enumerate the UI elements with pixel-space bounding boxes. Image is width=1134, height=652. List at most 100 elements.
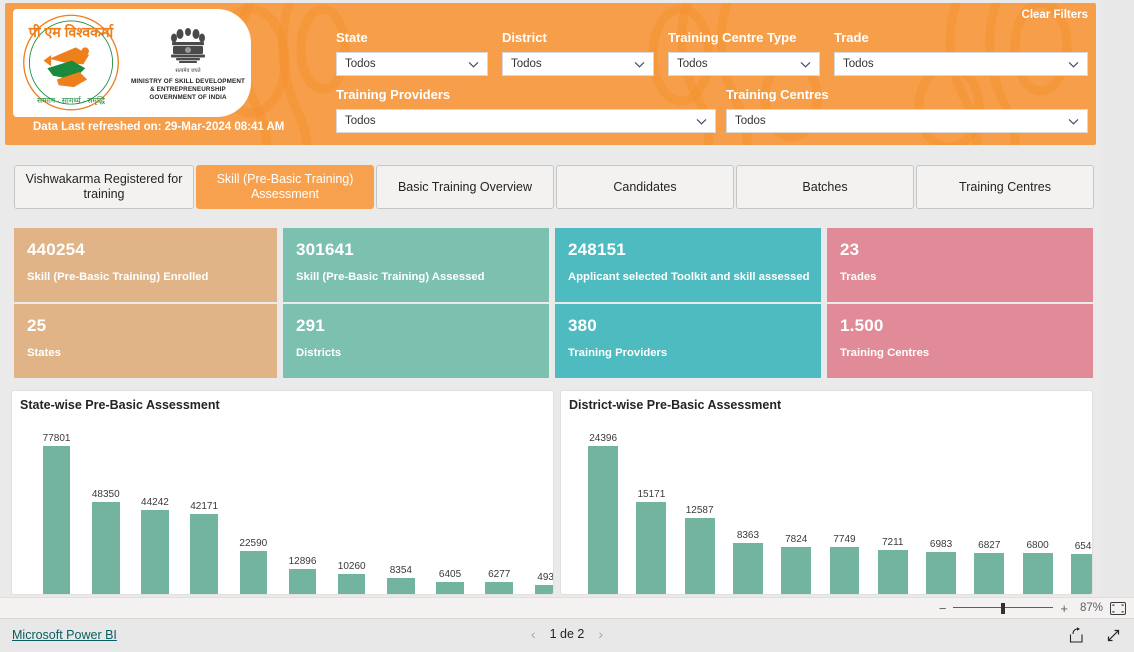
tab-batches[interactable]: Batches <box>736 165 914 209</box>
bar-item[interactable]: 22590 <box>239 535 268 594</box>
bar-rect[interactable] <box>1070 554 1092 594</box>
fullscreen-icon[interactable] <box>1105 627 1122 644</box>
chart-panel-district-wise-pre-basic-assessment[interactable]: District-wise Pre-Basic Assessment 24396… <box>560 390 1093 595</box>
bar-rect[interactable] <box>436 581 464 594</box>
kpi-card-applicant-selected-toolkit-and-skill-assessed[interactable]: 248151 Applicant selected Toolkit and sk… <box>555 228 821 302</box>
kpi-card-states[interactable]: 25 States <box>14 304 277 378</box>
chart-title: District-wise Pre-Basic Assessment <box>569 398 782 412</box>
bar-rect[interactable] <box>877 550 908 594</box>
bar-item[interactable]: 12896 <box>288 553 317 594</box>
zoom-slider[interactable] <box>953 602 1054 614</box>
share-icon[interactable] <box>1068 627 1085 644</box>
chevron-down-icon <box>1068 61 1079 68</box>
tab-vishwakarma-registered-for-training[interactable]: Vishwakarma Registered for training <box>14 165 194 209</box>
bar-item[interactable]: 44242 <box>141 494 169 594</box>
bar-item[interactable]: 8363 <box>732 527 763 594</box>
bar-item[interactable]: 8354 <box>387 562 415 594</box>
bar-item[interactable]: 42171 <box>190 498 218 594</box>
kpi-label: Training Centres <box>840 347 930 359</box>
kpi-card-skill-pre-basic-training-assessed[interactable]: 301641 Skill (Pre-Basic Training) Assess… <box>283 228 549 302</box>
bar-rect[interactable] <box>588 446 619 594</box>
footer-icon-group <box>1068 627 1122 644</box>
filter-select-training-centres[interactable]: Todos <box>726 109 1088 133</box>
fit-to-page-icon[interactable] <box>1110 601 1126 615</box>
clear-filters-button[interactable]: Clear Filters <box>1022 9 1088 21</box>
bar-item[interactable]: 15171 <box>636 486 667 594</box>
bar-item[interactable]: 6827 <box>974 537 1005 594</box>
bar-item[interactable]: 4934 <box>534 569 553 594</box>
bar-value-label: 77801 <box>42 433 71 444</box>
tab-label: Candidates <box>613 179 677 194</box>
bar-item[interactable]: 6277 <box>485 566 513 594</box>
bar-rect[interactable] <box>42 446 71 594</box>
kpi-card-training-centres[interactable]: 1.500 Training Centres <box>827 304 1093 378</box>
filter-select-district[interactable]: Todos <box>502 52 654 76</box>
kpi-card-districts[interactable]: 291 Districts <box>283 304 549 378</box>
bar-rect[interactable] <box>92 502 120 594</box>
filter-select-state[interactable]: Todos <box>336 52 488 76</box>
zoom-slider-thumb[interactable] <box>1001 603 1006 614</box>
zoom-in-button[interactable]: + <box>1060 602 1068 615</box>
kpi-value: 301641 <box>296 240 354 259</box>
kpi-card-skill-pre-basic-training-enrolled[interactable]: 440254 Skill (Pre-Basic Training) Enroll… <box>14 228 277 302</box>
bar-rect[interactable] <box>926 551 956 594</box>
bar-item[interactable]: 7211 <box>877 534 908 594</box>
bar-rect[interactable] <box>141 509 169 594</box>
kpi-card-trades[interactable]: 23 Trades <box>827 228 1093 302</box>
bar-item[interactable]: 12587 <box>684 502 715 594</box>
bar-rect[interactable] <box>829 547 860 594</box>
ministry-line-2: & ENTREPRENEURSHIP <box>150 86 226 93</box>
bar-value-label: 7211 <box>881 537 904 549</box>
kpi-value: 23 <box>840 240 860 259</box>
bar-rect[interactable] <box>1022 552 1053 594</box>
kpi-card-training-providers[interactable]: 380 Training Providers <box>555 304 821 378</box>
chart-title: State-wise Pre-Basic Assessment <box>20 398 220 412</box>
filter-value-state: Todos <box>345 58 376 70</box>
kpi-label: States <box>27 347 61 359</box>
bar-rect[interactable] <box>485 582 513 594</box>
bar-rect[interactable] <box>974 552 1005 594</box>
previous-page-button[interactable]: ‹ <box>531 627 536 641</box>
bar-rect[interactable] <box>684 517 715 594</box>
zoom-out-button[interactable]: − <box>939 602 947 615</box>
filter-select-training-providers[interactable]: Todos <box>336 109 716 133</box>
pm-vishwakarma-logo-icon: पी एम विश्वकर्मा सम्मान · सामर्थ्य · समृ… <box>23 14 119 111</box>
filter-value-training-centre-type: Todos <box>677 58 708 70</box>
bar-rect[interactable] <box>534 584 553 594</box>
filter-value-district: Todos <box>511 58 542 70</box>
kpi-value: 291 <box>296 316 325 335</box>
bar-item[interactable]: 77801 <box>42 430 71 594</box>
chart-panel-state-wise-pre-basic-assessment[interactable]: State-wise Pre-Basic Assessment 77801 483… <box>11 390 554 595</box>
bar-item[interactable]: 6405 <box>436 566 464 594</box>
kpi-value: 440254 <box>27 240 85 259</box>
next-page-button[interactable]: › <box>598 627 603 641</box>
filter-select-training-centre-type[interactable]: Todos <box>668 52 820 76</box>
tab-training-centres[interactable]: Training Centres <box>916 165 1094 209</box>
bar-item[interactable]: 24396 <box>588 430 619 594</box>
bar-item[interactable]: 48350 <box>92 486 120 594</box>
bar-rect[interactable] <box>239 551 268 594</box>
bar-item[interactable]: 6800 <box>1022 537 1053 594</box>
bar-value-label: 12896 <box>288 556 317 568</box>
bar-rect[interactable] <box>190 513 218 594</box>
microsoft-power-bi-link[interactable]: Microsoft Power BI <box>12 628 117 642</box>
bar-item[interactable]: 7749 <box>829 531 860 594</box>
bar-rect[interactable] <box>732 543 763 594</box>
chevron-down-icon <box>468 61 479 68</box>
bar-item[interactable]: 10260 <box>338 558 366 594</box>
chevron-down-icon <box>800 61 811 68</box>
bar-rect[interactable] <box>337 574 366 594</box>
bar-item[interactable]: 6983 <box>926 536 956 594</box>
zoom-percent-label: 87% <box>1079 602 1103 614</box>
tab-skill-pre-basic-training-assessment[interactable]: Skill (Pre-Basic Training) Assessment <box>196 165 374 209</box>
filter-value-trade: Todos <box>843 58 874 70</box>
tab-candidates[interactable]: Candidates <box>556 165 734 209</box>
bar-item[interactable]: 7824 <box>781 531 812 594</box>
bar-rect[interactable] <box>781 546 812 594</box>
filter-select-trade[interactable]: Todos <box>834 52 1088 76</box>
bar-rect[interactable] <box>387 578 415 594</box>
bar-item[interactable]: 6549 <box>1070 538 1092 594</box>
bar-rect[interactable] <box>288 569 317 594</box>
bar-rect[interactable] <box>636 501 667 594</box>
tab-basic-training-overview[interactable]: Basic Training Overview <box>376 165 554 209</box>
